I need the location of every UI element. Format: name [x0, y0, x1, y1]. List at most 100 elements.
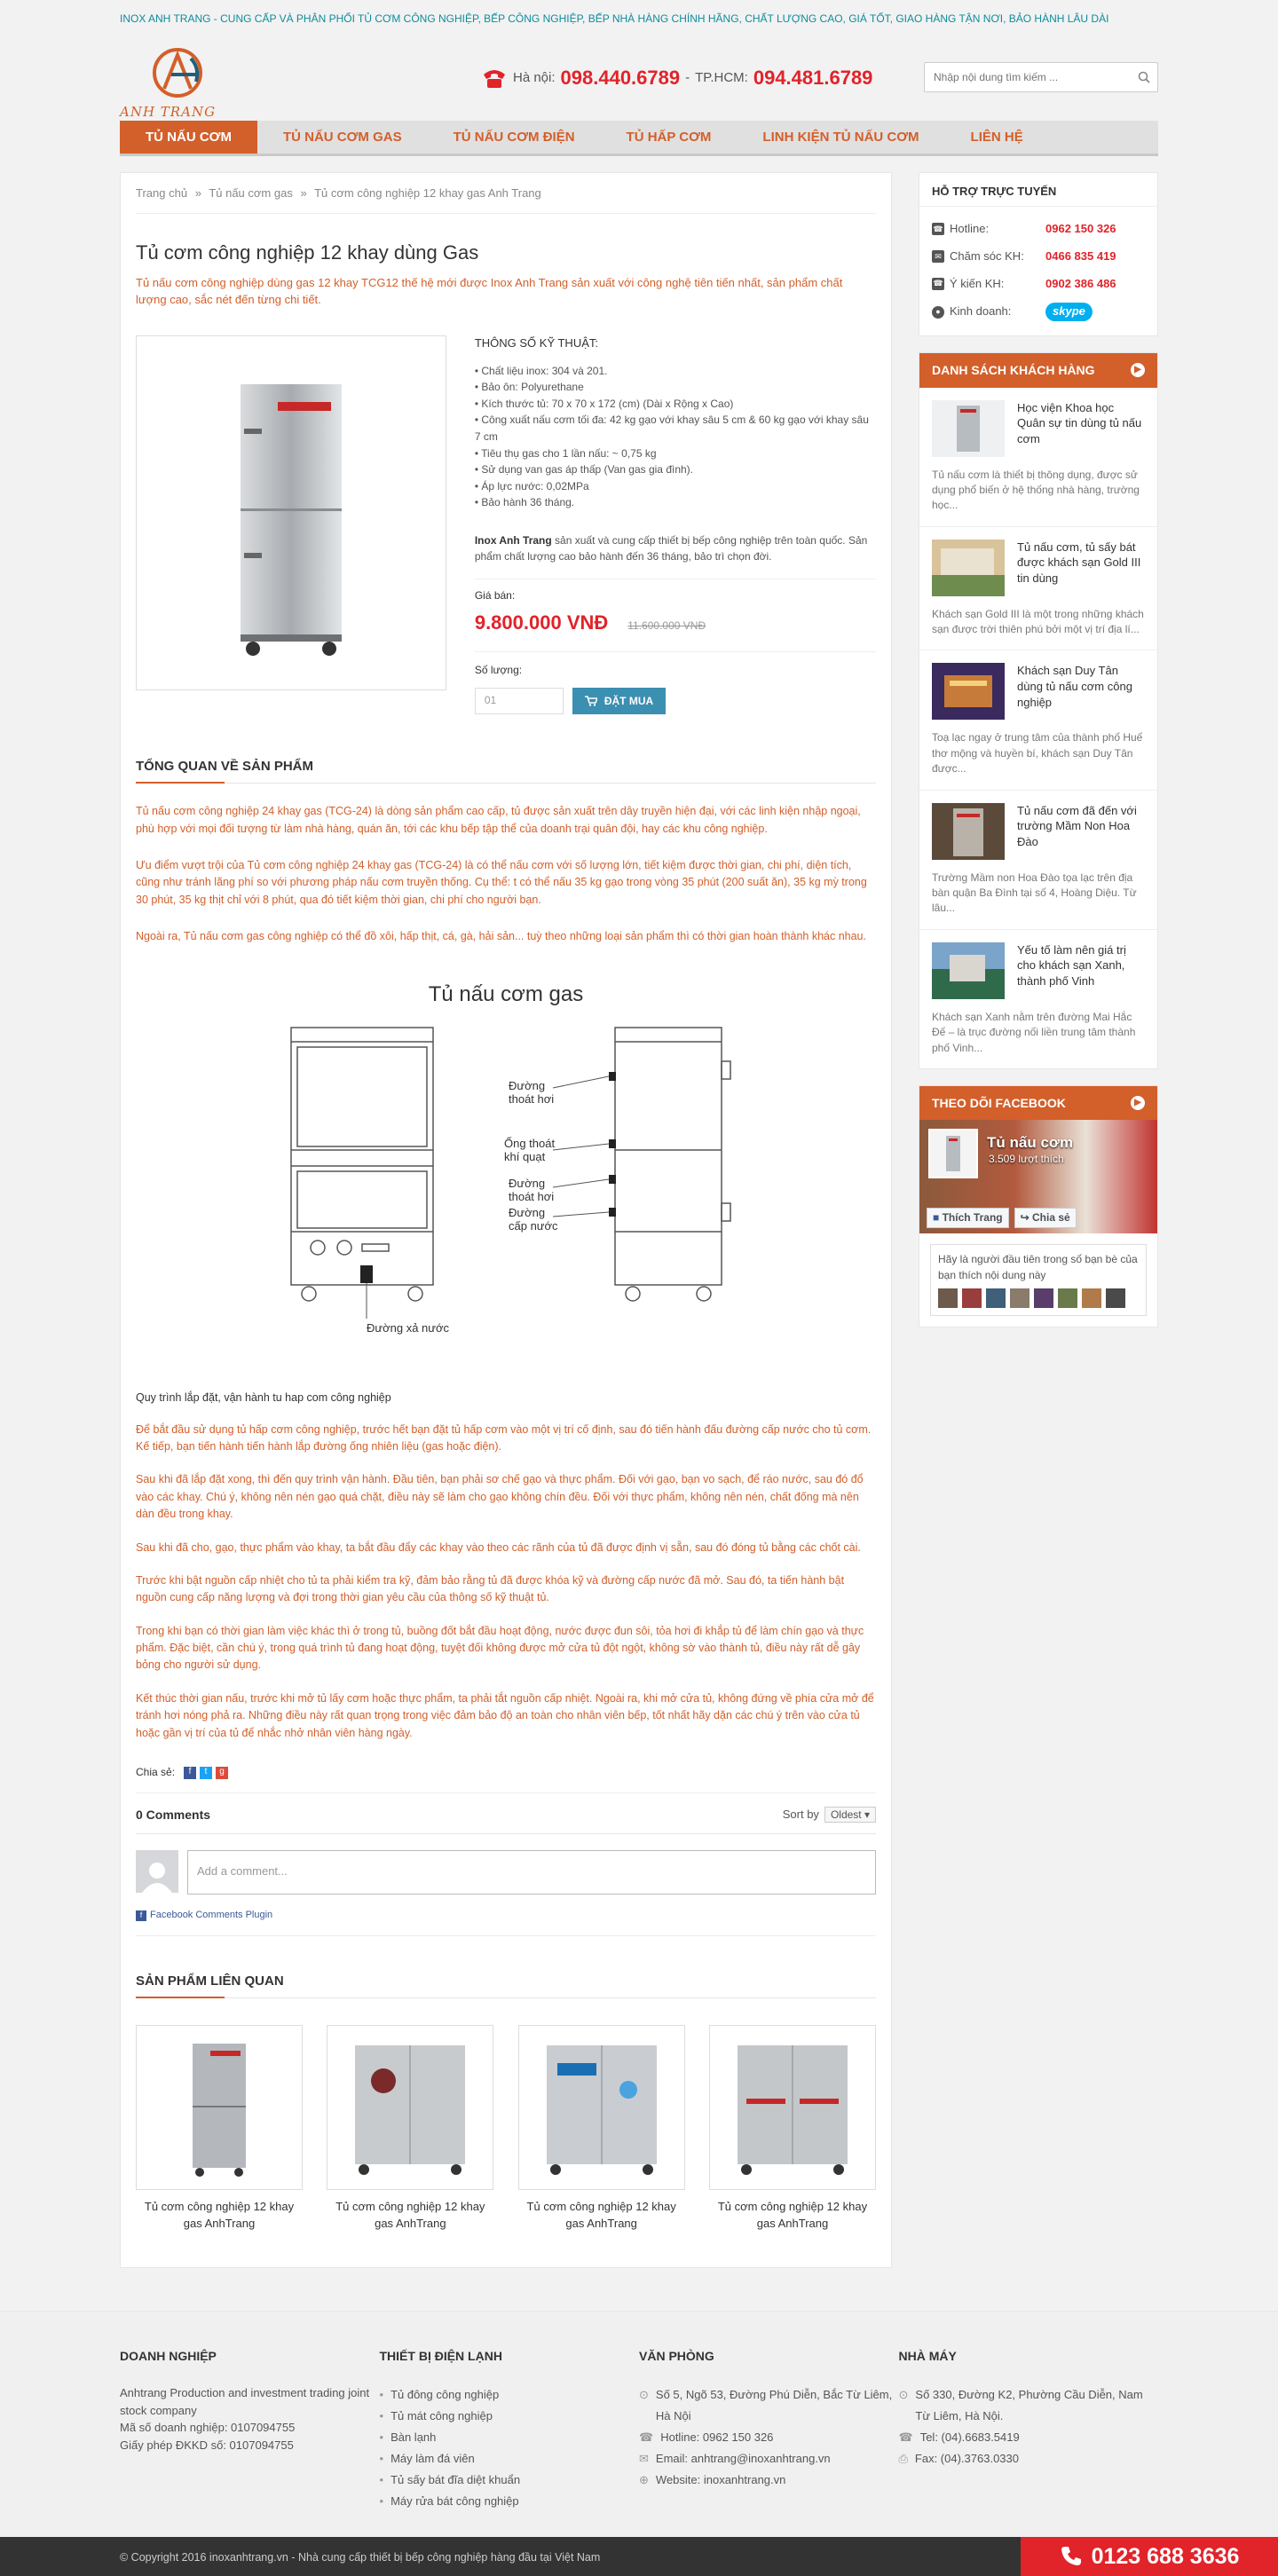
friend-avatar[interactable]	[1034, 1288, 1053, 1309]
bullet-icon: •	[379, 2430, 384, 2445]
friend-avatar[interactable]	[962, 1288, 982, 1309]
related-product-card[interactable]: Tủ cơm công nghiệp 12 khay gas AnhTrang	[708, 2025, 876, 2231]
customer-thumbnail[interactable]	[932, 663, 1005, 721]
nav-tu-nau-com-gas[interactable]: TỦ NẤU CƠM GAS	[257, 121, 428, 154]
svg-text:Đườngthoát hơi: Đường thoát hơi	[509, 1177, 554, 1203]
support-value[interactable]: 0902 386 486	[1045, 276, 1116, 293]
customer-item[interactable]: Tủ nấu cơm đã đến với trường Mầm Non Hoa…	[919, 791, 1157, 930]
comment-input[interactable]: Add a comment...	[187, 1849, 876, 1895]
google-plus-share-icon[interactable]: g	[216, 1766, 229, 1779]
related-product-name[interactable]: Tủ cơm công nghiệp 12 khay gas AnhTrang	[136, 2199, 303, 2231]
procedure-paragraph: Sau khi đã lắp đặt xong, thì đến quy trì…	[136, 1473, 864, 1521]
customer-title[interactable]: Học viện Khoa học Quân sự tin dùng tủ nấ…	[1017, 400, 1145, 457]
facebook-page-cover[interactable]: Tủ nấu cơm 3.509 lượt thích ■ Thích Tran…	[919, 1120, 1157, 1234]
brand-name: Inox Anh Trang	[474, 533, 552, 547]
product-title: Tủ cơm công nghiệp 12 khay dùng Gas	[136, 240, 479, 264]
breadcrumb-home[interactable]: Trang chủ	[136, 186, 187, 200]
friend-avatar[interactable]	[938, 1288, 958, 1309]
related-product-name[interactable]: Tủ cơm công nghiệp 12 khay gas AnhTrang	[518, 2199, 685, 2231]
footer-link[interactable]: • Máy làm đá viên	[380, 2448, 640, 2470]
support-label: Kinh doanh:	[950, 304, 1012, 319]
footer-link[interactable]: • Tủ đông công nghiệp	[380, 2384, 640, 2406]
footer-link[interactable]: • Tủ mát công nghiệp	[380, 2406, 640, 2427]
diagram-label-fan-vent: Ống thoát	[504, 1137, 555, 1150]
footer-link[interactable]: • Tủ sấy bát đĩa diệt khuẩn	[380, 2470, 640, 2491]
facebook-comments-plugin[interactable]: f Facebook Comments Plugin	[136, 1909, 876, 1936]
office-email-text[interactable]: Email: anhtrang@inoxanhtrang.vn	[656, 2448, 831, 2470]
search-icon[interactable]	[1131, 64, 1157, 91]
plugin-label: Facebook Comments Plugin	[150, 1909, 273, 1920]
factory-tel-text[interactable]: Tel: (04).6683.5419	[920, 2427, 1020, 2448]
customer-thumbnail[interactable]	[932, 399, 1005, 457]
related-product-name[interactable]: Tủ cơm công nghiệp 12 khay gas AnhTrang	[709, 2199, 876, 2231]
hcm-phone[interactable]: 094.481.6789	[753, 64, 873, 92]
spec-item: • Chất liệu inox: 304 và 201.	[474, 364, 608, 377]
office-hotline-text[interactable]: Hotline: 0962 150 326	[660, 2427, 773, 2448]
order-button-label: ĐẶT MUA	[604, 694, 654, 707]
arrow-right-icon[interactable]: ▶	[1131, 363, 1145, 378]
twitter-share-icon[interactable]: t	[200, 1766, 213, 1779]
facebook-icon: f	[136, 1910, 146, 1921]
friend-avatar[interactable]	[1082, 1288, 1101, 1309]
product-image[interactable]	[136, 335, 446, 690]
customer-item[interactable]: Học viện Khoa học Quân sự tin dùng tủ nấ…	[919, 388, 1157, 527]
product-intro: Inox Anh Trang sản xuất và cung cấp thiế…	[474, 532, 876, 579]
nav-linh-kien[interactable]: LINH KIỆN TỦ NẤU CƠM	[737, 121, 944, 154]
cabinet-diagram-drawing: Tủ nấu cơm gas Đường xả nước Đường thoát…	[290, 982, 731, 1335]
breadcrumb-category[interactable]: Tủ nấu cơm gas	[209, 186, 293, 200]
customer-title[interactable]: Tủ nấu cơm, tủ sấy bát được khách sạn Go…	[1017, 540, 1145, 596]
share-bar: Chia sẻ: f t g	[136, 1765, 876, 1794]
skype-button[interactable]: skype	[1045, 303, 1093, 322]
facebook-share-button[interactable]: ↪ Chia sẻ	[1014, 1207, 1077, 1229]
arrow-right-icon[interactable]: ▶	[1131, 1096, 1145, 1111]
friend-avatar[interactable]	[1010, 1288, 1030, 1309]
search-input[interactable]	[925, 64, 1131, 91]
footer-link[interactable]: • Máy rửa bát công nghiệp	[380, 2491, 640, 2512]
customer-thumbnail[interactable]	[932, 802, 1005, 860]
footer-link[interactable]: • Bàn lạnh	[380, 2427, 640, 2448]
customer-item[interactable]: Tủ nấu cơm, tủ sấy bát được khách sạn Go…	[919, 527, 1157, 651]
related-product-card[interactable]: Tủ cơm công nghiệp 12 khay gas AnhTrang	[327, 2025, 494, 2231]
customer-thumbnail[interactable]	[932, 941, 1005, 999]
factory-address-text: Số 330, Đường K2, Phường Cầu Diễn, Nam T…	[915, 2388, 1143, 2423]
nav-tu-nau-com-dien[interactable]: TỦ NẤU CƠM ĐIỆN	[428, 121, 601, 154]
spec-item: • Kích thước tủ: 70 x 70 x 172 (cm) (Dài…	[474, 397, 734, 410]
sort-select[interactable]: Oldest ▾	[824, 1807, 876, 1824]
site-logo[interactable]: ANH TRANG	[120, 44, 235, 120]
related-product-image[interactable]	[327, 2025, 494, 2191]
hotline-button[interactable]: 0123 688 3636	[1021, 2537, 1278, 2576]
facebook-like-button[interactable]: ■ Thích Trang	[927, 1207, 1009, 1229]
spec-item: • Công xuất nấu cơm tối đa: 42 kg gạo vớ…	[474, 414, 869, 443]
customer-title[interactable]: Tủ nấu cơm đã đến với trường Mầm Non Hoa…	[1017, 803, 1145, 860]
facebook-page-name[interactable]: Tủ nấu cơm	[987, 1132, 1073, 1154]
customer-title[interactable]: Yếu tố làm nên giá trị cho khách sạn Xan…	[1017, 942, 1145, 999]
support-value[interactable]: 0466 835 419	[1045, 248, 1116, 265]
support-value[interactable]: 0962 150 326	[1045, 221, 1116, 238]
office-website-text[interactable]: Website: inoxanhtrang.vn	[656, 2470, 785, 2491]
nav-tu-hap-com[interactable]: TỦ HẤP CƠM	[601, 121, 738, 154]
customer-thumbnail[interactable]	[932, 539, 1005, 596]
facebook-page-avatar[interactable]	[928, 1129, 978, 1179]
friend-avatar[interactable]	[1058, 1288, 1077, 1309]
related-product-card[interactable]: Tủ cơm công nghiệp 12 khay gas AnhTrang	[517, 2025, 685, 2231]
friend-avatar[interactable]	[1106, 1288, 1125, 1309]
related-product-image[interactable]	[708, 2025, 876, 2191]
related-product-image[interactable]	[136, 2025, 303, 2191]
office-website: ⊕ Website: inoxanhtrang.vn	[639, 2470, 899, 2491]
factory-address: ⊙ Số 330, Đường K2, Phường Cầu Diễn, Nam …	[899, 2384, 1159, 2427]
phone-icon: ☎	[898, 2430, 913, 2445]
customer-title[interactable]: Khách sạn Duy Tân dùng tủ nấu cơm công n…	[1017, 663, 1145, 720]
order-button[interactable]: ĐẶT MUA	[572, 687, 667, 714]
customer-item[interactable]: Khách sạn Duy Tân dùng tủ nấu cơm công n…	[919, 650, 1157, 791]
hanoi-phone[interactable]: 098.440.6789	[561, 64, 681, 92]
friend-avatar[interactable]	[986, 1288, 1006, 1309]
quantity-input[interactable]: 01	[474, 687, 564, 714]
globe-icon: ⊕	[639, 2473, 649, 2487]
related-product-image[interactable]	[517, 2025, 685, 2191]
related-product-name[interactable]: Tủ cơm công nghiệp 12 khay gas AnhTrang	[327, 2199, 493, 2231]
customer-item[interactable]: Yếu tố làm nên giá trị cho khách sạn Xan…	[919, 930, 1157, 1068]
facebook-share-icon[interactable]: f	[184, 1766, 197, 1779]
related-product-card[interactable]: Tủ cơm công nghiệp 12 khay gas AnhTrang	[136, 2025, 303, 2231]
nav-lien-he[interactable]: LIÊN HỆ	[945, 121, 1049, 154]
nav-tu-nau-com[interactable]: TỦ NẤU CƠM	[120, 121, 257, 154]
